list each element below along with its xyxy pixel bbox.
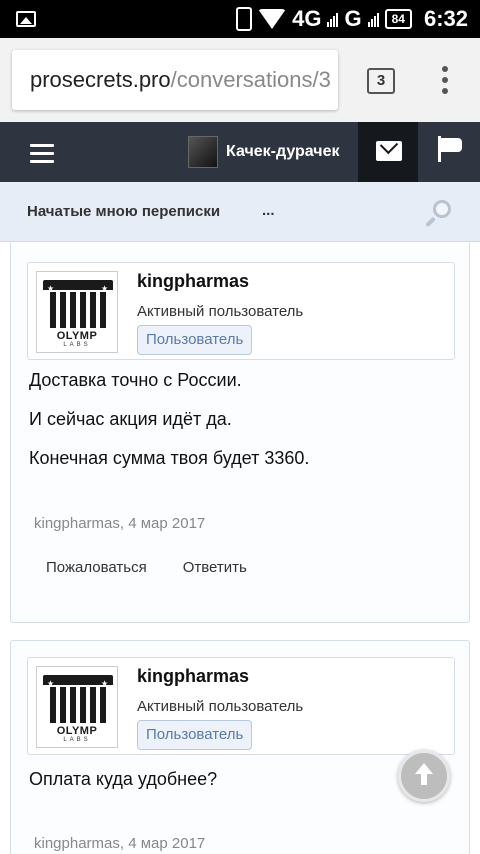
gallery-notification-icon xyxy=(16,11,36,27)
author-name[interactable]: kingpharmas xyxy=(137,271,249,292)
author-title: Активный пользователь xyxy=(137,303,304,320)
vibrate-icon xyxy=(236,7,253,31)
inbox-button[interactable] xyxy=(358,122,418,182)
tab-switcher-button[interactable]: 3 xyxy=(367,68,395,94)
clock: 6:32 xyxy=(423,6,468,31)
signal-icon-2 xyxy=(367,11,379,27)
message-line: И сейчас акция идёт да. xyxy=(29,409,232,429)
author-name[interactable]: kingpharmas xyxy=(137,666,249,687)
message-line: Оплата куда удобнее? xyxy=(29,769,218,789)
message-actions: Пожаловаться Ответить xyxy=(46,559,247,576)
envelope-icon xyxy=(376,141,402,161)
author-title: Активный пользователь xyxy=(137,698,304,715)
status-bar: 4G G 84 6:32 xyxy=(0,0,480,38)
sub-navbar: Начатые мною переписки ... xyxy=(0,182,480,242)
scroll-to-top-button[interactable] xyxy=(398,750,450,802)
wifi-icon xyxy=(258,9,287,29)
message-user-info: ★ ★ OLYMP LABS kingpharmas Активный польз… xyxy=(27,657,455,755)
hamburger-menu-icon[interactable] xyxy=(30,144,54,163)
message-user-info: ★ ★ OLYMP LABS kingpharmas Активный польз… xyxy=(27,262,455,360)
url-field[interactable]: prosecrets.pro/conversations/3 xyxy=(12,50,338,110)
site-navbar: Качек-дурачек xyxy=(0,122,480,182)
reply-link[interactable]: Ответить xyxy=(183,559,247,576)
user-badge: Пользователь xyxy=(137,325,253,355)
avatar-subbrand: LABS xyxy=(63,737,91,743)
user-name-link[interactable]: Качек-дурачек xyxy=(226,122,340,182)
browser-menu-icon[interactable] xyxy=(440,66,450,96)
author-avatar[interactable]: ★ ★ OLYMP LABS xyxy=(36,271,118,353)
user-badge: Пользователь xyxy=(137,720,253,750)
avatar-brand: OLYMP xyxy=(56,330,98,342)
user-avatar[interactable] xyxy=(188,136,218,168)
avatar-brand: OLYMP xyxy=(56,725,98,737)
url-host: prosecrets.pro xyxy=(30,67,171,92)
message-meta[interactable]: kingpharmas, 4 мар 2017 xyxy=(34,835,205,852)
more-menu-link[interactable]: ... xyxy=(262,182,275,240)
battery-icon: 84 xyxy=(384,9,412,29)
message: ★ ★ OLYMP LABS kingpharmas Активный польз… xyxy=(10,640,470,854)
message-line: Доставка точно с России. xyxy=(29,370,242,390)
started-conversations-link[interactable]: Начатые мною переписки xyxy=(27,182,220,242)
url-path: /conversations/3 xyxy=(170,67,331,92)
alerts-flag-icon[interactable] xyxy=(438,136,462,162)
message: ★ ★ OLYMP LABS kingpharmas Активный польз… xyxy=(10,243,470,623)
browser-toolbar: prosecrets.pro/conversations/3 3 xyxy=(0,38,480,122)
message-line: Конечная сумма твоя будет 3360. xyxy=(29,448,310,468)
network-type-2: G xyxy=(344,6,362,31)
search-icon[interactable] xyxy=(425,200,451,228)
avatar-subbrand: LABS xyxy=(63,342,91,348)
report-link[interactable]: Пожаловаться xyxy=(46,559,147,576)
status-icons: 4G G 84 6:32 xyxy=(236,0,468,38)
signal-icon xyxy=(327,11,339,27)
network-type: 4G xyxy=(292,6,322,31)
author-avatar[interactable]: ★ ★ OLYMP LABS xyxy=(36,666,118,748)
message-meta[interactable]: kingpharmas, 4 мар 2017 xyxy=(34,515,205,532)
